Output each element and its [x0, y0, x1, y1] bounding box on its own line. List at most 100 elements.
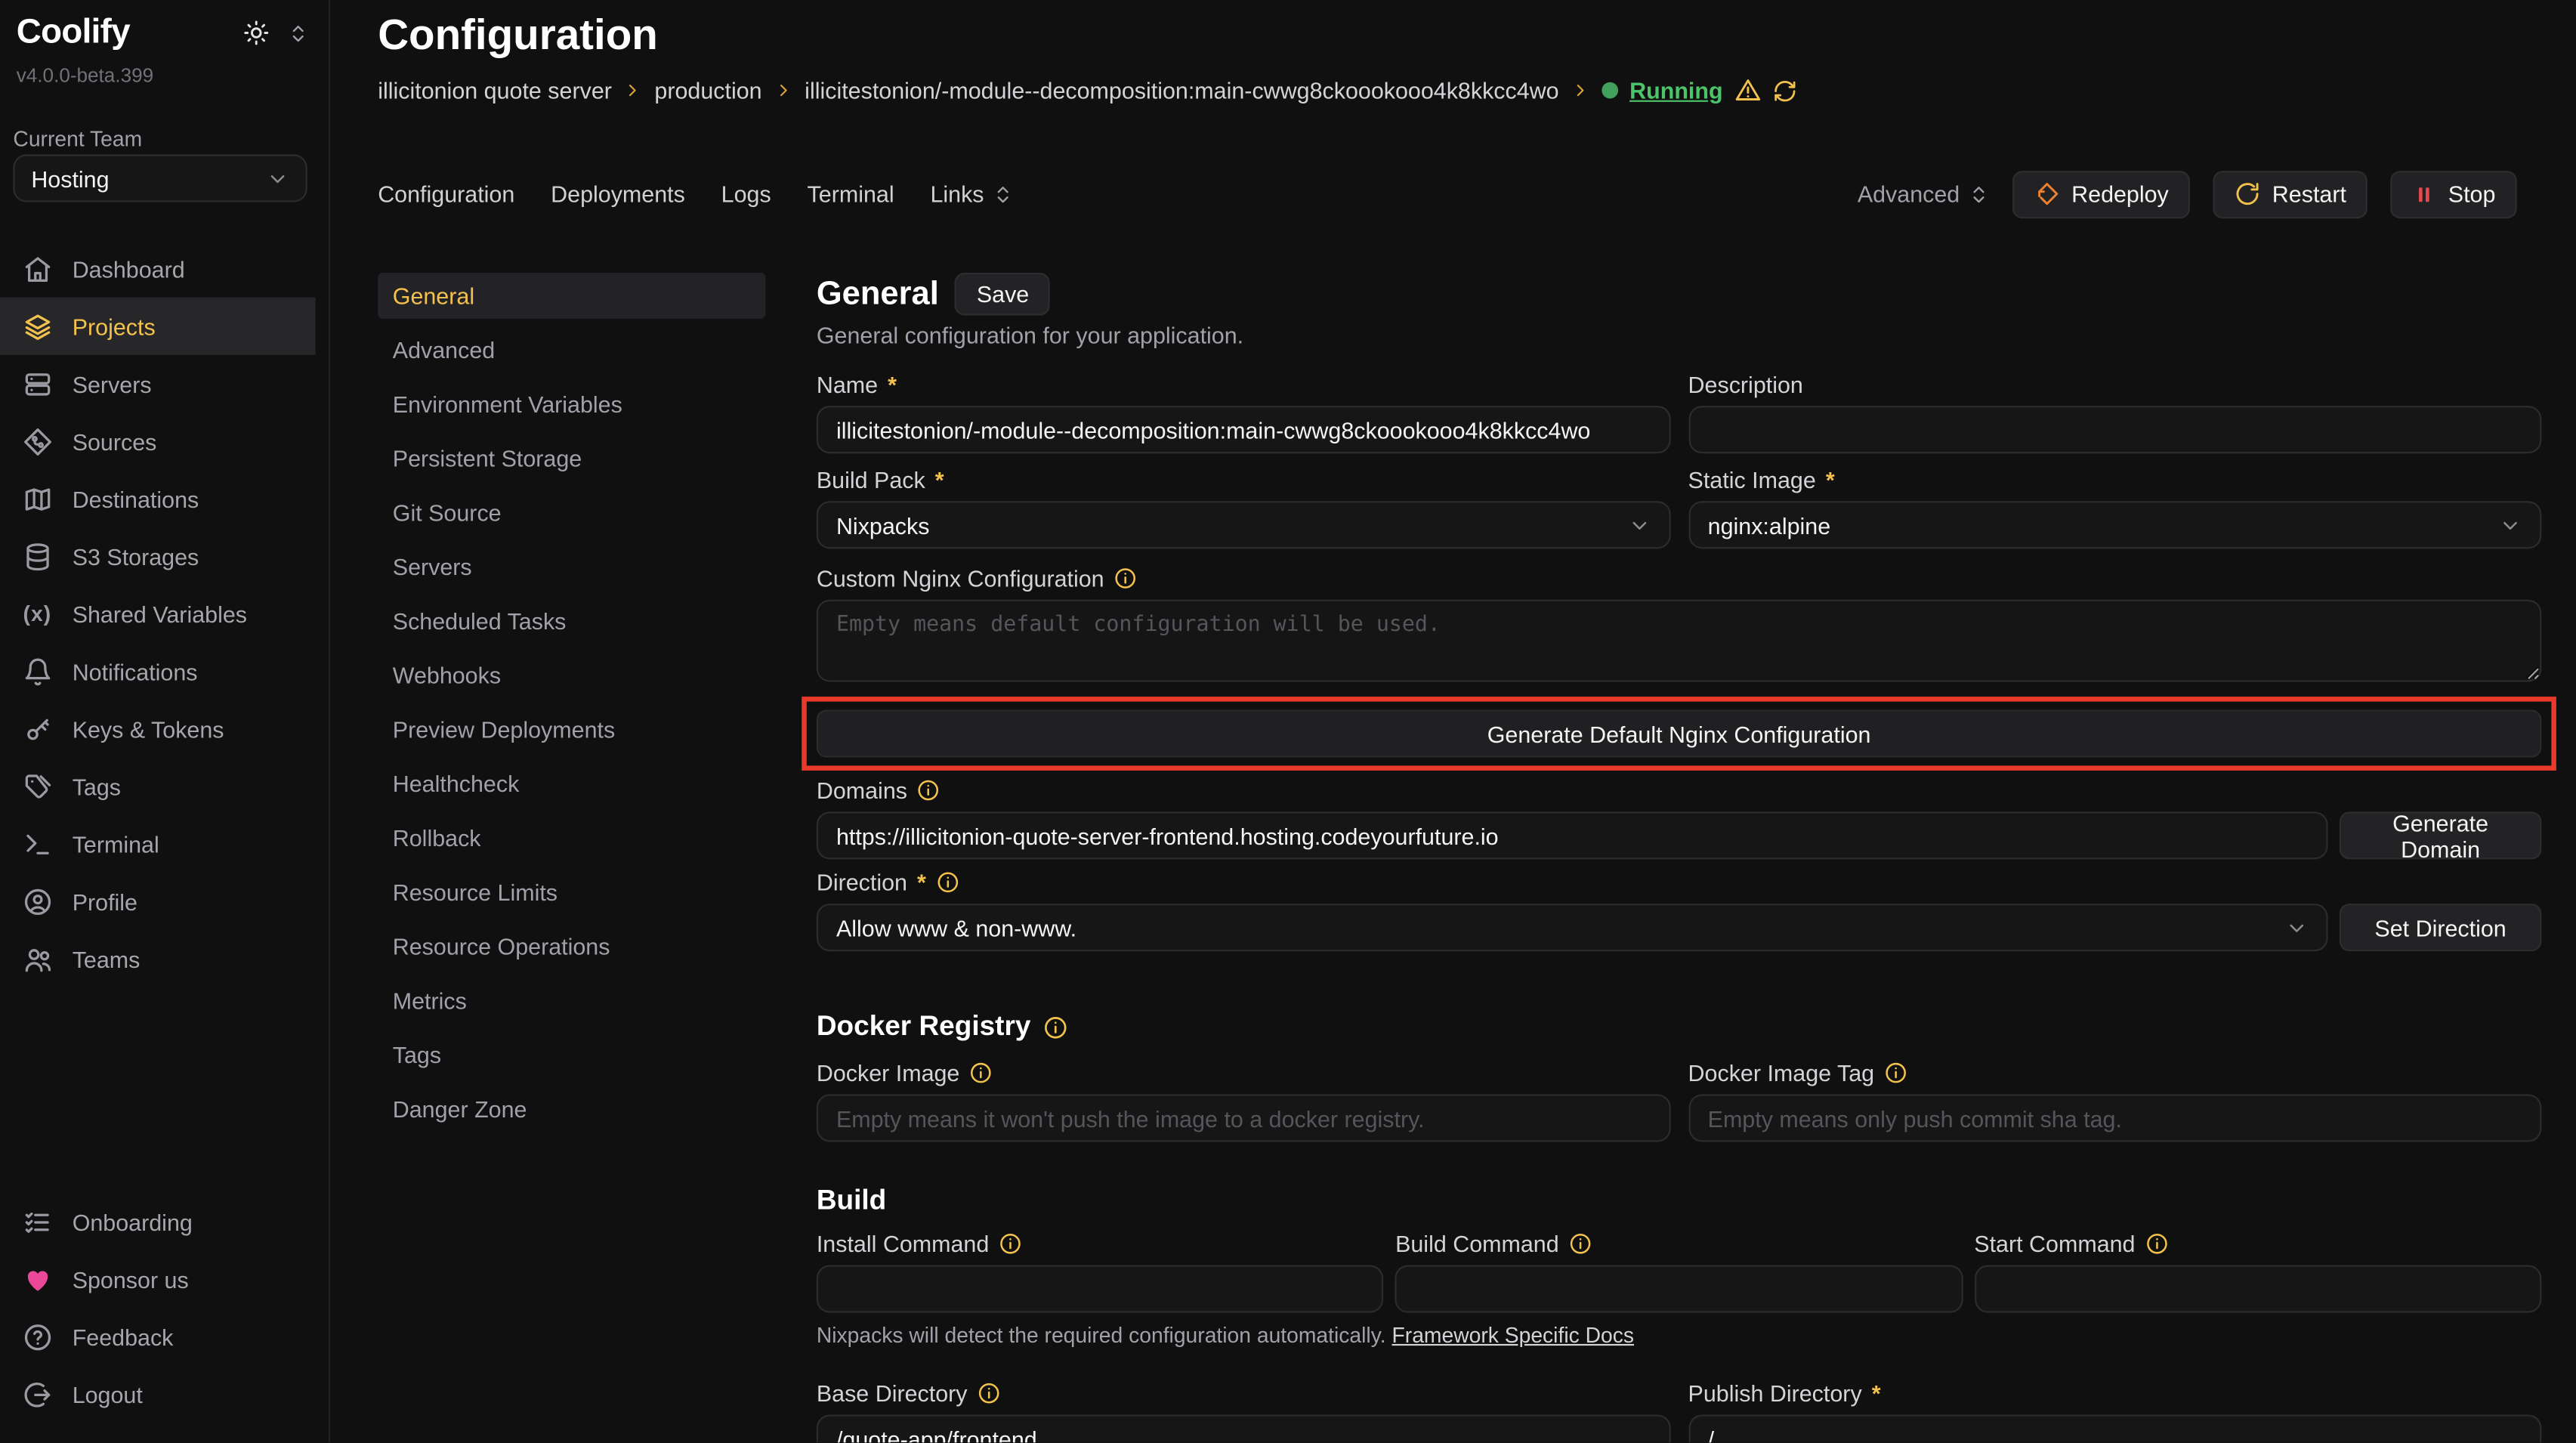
framework-docs-link[interactable]: Framework Specific Docs	[1392, 1323, 1635, 1348]
install-command-input[interactable]	[817, 1265, 1384, 1313]
help-circle-icon	[23, 1322, 52, 1352]
database-icon	[23, 542, 52, 571]
status-running-link[interactable]: Running	[1629, 77, 1722, 104]
chevron-right-icon	[774, 81, 793, 100]
main-area: Configuration illicitonion quote server p…	[330, 0, 2576, 1443]
sidebar-item-feedback[interactable]: Feedback	[0, 1309, 329, 1366]
info-icon	[999, 1232, 1021, 1255]
sidebar-item-tags[interactable]: Tags	[0, 758, 329, 815]
sidebar-item-logout[interactable]: Logout	[0, 1366, 329, 1423]
subnav-item-tags[interactable]: Tags	[378, 1032, 765, 1078]
sidebar-item-label: Sources	[73, 428, 157, 455]
subnav-item-resource-limits[interactable]: Resource Limits	[378, 869, 765, 915]
build-pack-select[interactable]: Nixpacks	[817, 501, 1670, 548]
tab-terminal[interactable]: Terminal	[808, 181, 894, 207]
subnav-item-healthcheck[interactable]: Healthcheck	[378, 761, 765, 807]
sidebar-item-servers[interactable]: Servers	[0, 355, 329, 413]
subnav-item-rollback[interactable]: Rollback	[378, 815, 765, 861]
docker-image-label: Docker Image	[817, 1060, 1670, 1086]
sidebar-item-label: Profile	[73, 888, 137, 914]
sidebar-item-notifications[interactable]: Notifications	[0, 642, 329, 700]
status-dot	[1602, 82, 1618, 99]
domains-input[interactable]	[817, 811, 2328, 859]
subnav-item-environment-variables[interactable]: Environment Variables	[378, 382, 765, 428]
static-image-select[interactable]: nginx:alpine	[1688, 501, 2542, 548]
refresh-icon[interactable]	[1772, 78, 1797, 103]
sidebar-item-label: Onboarding	[73, 1209, 193, 1235]
chevron-down-icon	[266, 167, 289, 190]
subnav-item-metrics[interactable]: Metrics	[378, 978, 765, 1024]
sidebar-item-projects[interactable]: Projects	[0, 298, 316, 355]
name-input[interactable]	[817, 406, 1670, 453]
logout-icon	[23, 1380, 52, 1409]
breadcrumb-item[interactable]: illicitonion quote server	[378, 77, 612, 104]
sidebar-item-label: Shared Variables	[73, 601, 247, 627]
direction-select[interactable]: Allow www & non-www.	[817, 904, 2328, 951]
subnav-item-advanced[interactable]: Advanced	[378, 327, 765, 373]
docker-image-tag-input[interactable]	[1688, 1094, 2542, 1142]
base-directory-input[interactable]	[817, 1414, 1670, 1443]
docker-image-tag-label: Docker Image Tag	[1688, 1060, 2542, 1086]
sidebar-item-label: Feedback	[73, 1324, 174, 1350]
tabs-row: Configuration Deployments Logs Terminal Link…	[378, 169, 2517, 218]
docker-image-input[interactable]	[817, 1094, 1670, 1142]
start-command-input[interactable]	[1974, 1265, 2541, 1313]
subnav-item-general[interactable]: General	[378, 273, 765, 319]
sidebar-item-sources[interactable]: Sources	[0, 413, 329, 470]
subnav-item-servers[interactable]: Servers	[378, 544, 765, 590]
tab-links[interactable]: Links	[930, 181, 1013, 207]
subnav-item-scheduled-tasks[interactable]: Scheduled Tasks	[378, 598, 765, 644]
tab-deployments[interactable]: Deployments	[551, 181, 685, 207]
tab-logs[interactable]: Logs	[721, 181, 771, 207]
tab-configuration[interactable]: Configuration	[378, 181, 514, 207]
sidebar-item-s3-storages[interactable]: S3 Storages	[0, 527, 329, 585]
restart-button[interactable]: Restart	[2213, 170, 2368, 218]
sidebar-item-label: Keys & Tokens	[73, 715, 224, 742]
breadcrumb-item[interactable]: illicitestonion/-module--decomposition:m…	[805, 77, 1558, 104]
stop-button[interactable]: Stop	[2391, 170, 2517, 218]
stop-icon	[2412, 181, 2437, 206]
info-icon	[1044, 1015, 1069, 1040]
build-pack-label: Build Pack*	[817, 467, 1670, 493]
variables-icon: (x)	[23, 599, 52, 629]
team-select[interactable]: Hosting	[13, 154, 307, 202]
sidebar-item-terminal[interactable]: Terminal	[0, 815, 329, 873]
subnav-item-preview-deployments[interactable]: Preview Deployments	[378, 706, 765, 752]
subnav-item-webhooks[interactable]: Webhooks	[378, 652, 765, 698]
build-command-input[interactable]	[1395, 1265, 1963, 1313]
theme-toggle-sun-icon[interactable]	[243, 20, 270, 46]
sidebar-item-shared-variables[interactable]: (x) Shared Variables	[0, 585, 329, 642]
breadcrumb-item[interactable]: production	[654, 77, 761, 104]
subnav-item-resource-operations[interactable]: Resource Operations	[378, 923, 765, 969]
sidebar-item-destinations[interactable]: Destinations	[0, 470, 329, 527]
subnav-item-danger-zone[interactable]: Danger Zone	[378, 1086, 765, 1132]
sidebar-item-teams[interactable]: Teams	[0, 930, 329, 987]
publish-directory-input[interactable]	[1688, 1414, 2542, 1443]
sidebar-item-sponsor-us[interactable]: Sponsor us	[0, 1251, 329, 1309]
set-direction-button[interactable]: Set Direction	[2340, 904, 2541, 951]
info-icon	[917, 779, 940, 802]
sidebar-item-dashboard[interactable]: Dashboard	[0, 240, 329, 298]
static-image-label: Static Image*	[1688, 467, 2542, 493]
generate-domain-button[interactable]: Generate Domain	[2340, 811, 2541, 859]
sidebar-item-keys-tokens[interactable]: Keys & Tokens	[0, 700, 329, 757]
warning-icon[interactable]	[1734, 77, 1761, 104]
sidebar-nav: DashboardProjectsServers Sources Destinati…	[0, 240, 329, 988]
custom-nginx-textarea[interactable]	[817, 600, 2541, 682]
sidebar: Coolify v4.0.0-beta.399 Current Team Hos…	[0, 0, 330, 1443]
tags-icon	[23, 771, 52, 801]
theme-select-chevrons-icon[interactable]	[288, 22, 309, 43]
subnav-item-persistent-storage[interactable]: Persistent Storage	[378, 435, 765, 481]
description-input[interactable]	[1688, 406, 2542, 453]
advanced-dropdown[interactable]: Advanced	[1858, 181, 1990, 207]
info-icon	[969, 1061, 992, 1084]
sidebar-item-profile[interactable]: Profile	[0, 873, 329, 930]
subnav-item-git-source[interactable]: Git Source	[378, 490, 765, 536]
sidebar-item-onboarding[interactable]: Onboarding	[0, 1194, 329, 1251]
redeploy-button[interactable]: Redeploy	[2012, 170, 2190, 218]
build-pack-value: Nixpacks	[836, 511, 930, 538]
general-form: General Save General configuration for y…	[817, 273, 2541, 1443]
save-button[interactable]: Save	[956, 273, 1051, 316]
stop-label: Stop	[2448, 181, 2496, 207]
generate-nginx-button[interactable]: Generate Default Nginx Configuration	[817, 709, 2541, 757]
